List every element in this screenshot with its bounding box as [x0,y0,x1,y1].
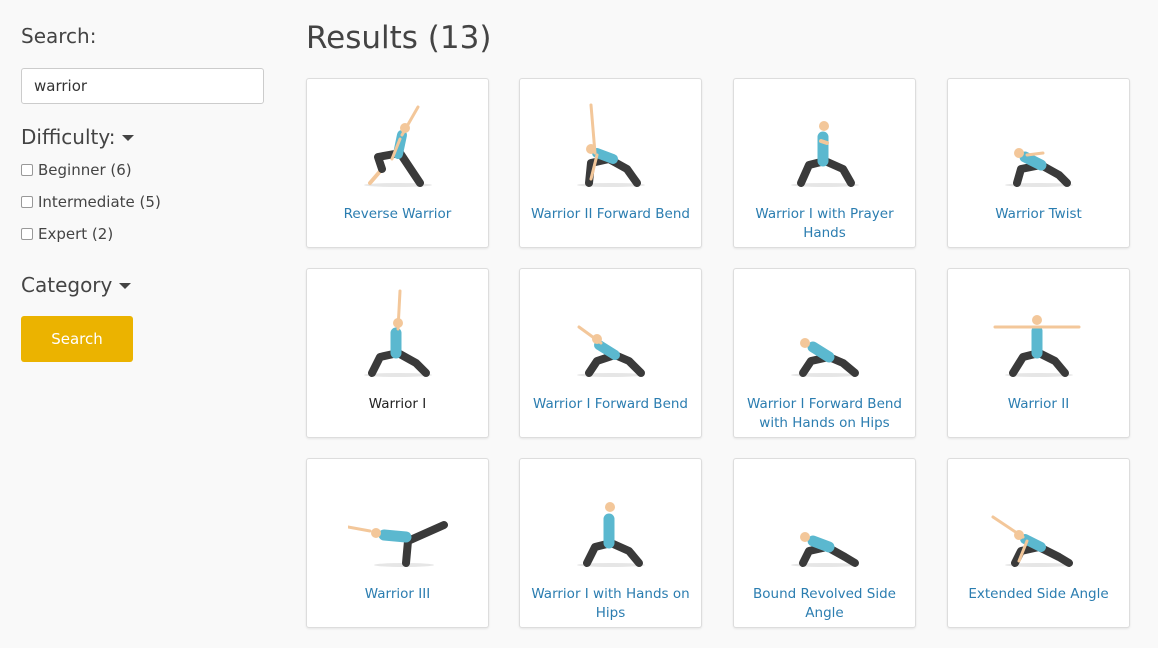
result-card-warrior-i[interactable]: Warrior I [306,268,489,438]
result-label[interactable]: Warrior III [315,585,480,604]
search-label: Search: [21,24,97,48]
result-card-warrior-i-prayer-hands[interactable]: Warrior I with Prayer Hands [733,78,916,248]
warrior-twist-pose-icon [1005,148,1073,187]
result-card-warrior-i-forward-bend[interactable]: Warrior I Forward Bend [519,268,702,438]
search-input[interactable] [21,68,264,104]
result-label[interactable]: Warrior I Forward Bend [528,395,693,414]
warrior-ii-forward-bend-pose-icon [577,103,645,187]
expert-checkbox[interactable] [21,228,33,240]
caret-down-icon [122,135,135,141]
beginner-label: Beginner (6) [38,161,132,179]
page-title: Results (13) [306,20,492,56]
result-card-warrior-i-hands-on-hips[interactable]: Warrior I with Hands on Hips [519,458,702,628]
intermediate-checkbox[interactable] [21,196,33,208]
result-label[interactable]: Reverse Warrior [315,205,480,224]
difficulty-option-intermediate[interactable]: Intermediate (5) [21,193,161,211]
warrior-i-forward-bend-hands-on-hips-pose-icon [791,338,859,377]
warrior-i-hands-on-hips-pose-icon [577,502,645,567]
warrior-ii-pose-icon [993,315,1081,377]
result-label[interactable]: Bound Revolved Side Angle [742,585,907,623]
warrior-i-forward-bend-pose-icon [577,325,645,377]
result-card-extended-side-angle[interactable]: Extended Side Angle [947,458,1130,628]
category-filter-toggle[interactable]: Category [21,273,132,297]
result-card-bound-revolved-side-angle[interactable]: Bound Revolved Side Angle [733,458,916,628]
caret-down-icon [119,283,132,289]
result-label[interactable]: Warrior I with Hands on Hips [528,585,693,623]
warrior-iii-pose-icon [348,521,448,567]
beginner-checkbox[interactable] [21,164,33,176]
warrior-i-pose-icon [364,289,432,377]
result-card-warrior-i-forward-bend-hands-on-hips[interactable]: Warrior I Forward Bend with Hands on Hip… [733,268,916,438]
difficulty-option-beginner[interactable]: Beginner (6) [21,161,132,179]
result-card-warrior-iii[interactable]: Warrior III [306,458,489,628]
category-label: Category [21,273,113,297]
result-label[interactable]: Warrior Twist [956,205,1121,224]
result-label[interactable]: Warrior I Forward Bend with Hands on Hip… [742,395,907,433]
reverse-warrior-pose-icon [364,105,432,187]
result-card-reverse-warrior[interactable]: Reverse Warrior [306,78,489,248]
difficulty-label: Difficulty: [21,125,116,149]
warrior-i-prayer-hands-pose-icon [791,121,859,187]
search-button[interactable]: Search [21,316,133,362]
result-label[interactable]: Warrior I with Prayer Hands [742,205,907,243]
result-label[interactable]: Warrior II Forward Bend [528,205,693,224]
result-card-warrior-twist[interactable]: Warrior Twist [947,78,1130,248]
result-label[interactable]: Extended Side Angle [956,585,1121,604]
bound-revolved-side-angle-pose-icon [791,532,859,567]
result-label[interactable]: Warrior I [315,395,480,414]
result-label[interactable]: Warrior II [956,395,1121,414]
result-card-warrior-ii[interactable]: Warrior II [947,268,1130,438]
intermediate-label: Intermediate (5) [38,193,161,211]
difficulty-filter-toggle[interactable]: Difficulty: [21,125,135,149]
expert-label: Expert (2) [38,225,114,243]
result-card-warrior-ii-forward-bend[interactable]: Warrior II Forward Bend [519,78,702,248]
extended-side-angle-pose-icon [991,515,1073,567]
difficulty-option-expert[interactable]: Expert (2) [21,225,113,243]
